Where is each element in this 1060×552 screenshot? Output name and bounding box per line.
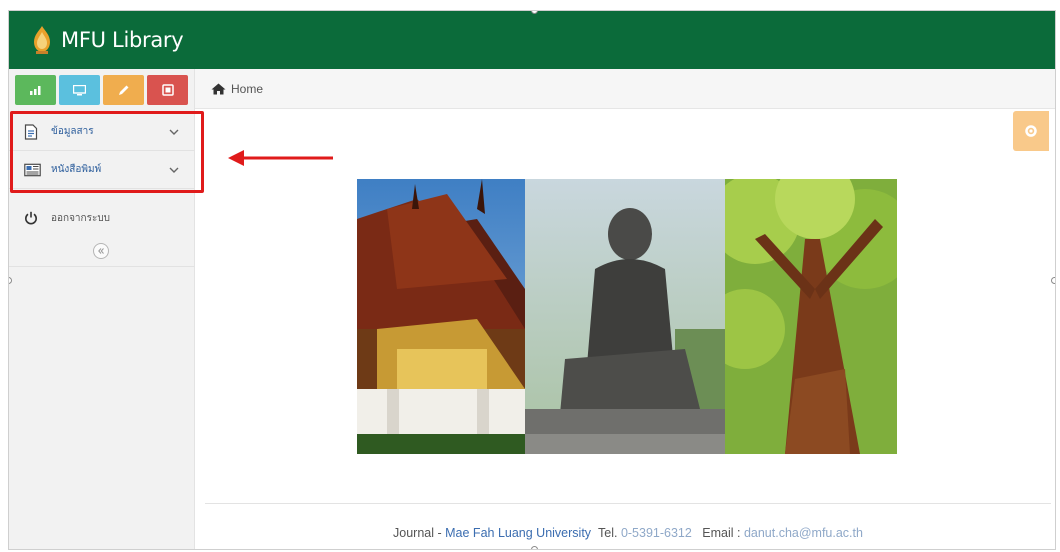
highlight-box [10,111,204,193]
footer-email-link[interactable]: danut.cha@mfu.ac.th [744,526,863,540]
breadcrumb-home[interactable]: Home [231,82,263,96]
shortcut-button-signal[interactable] [15,75,56,105]
shortcut-button-desktop[interactable] [59,75,100,105]
settings-button[interactable] [1013,111,1049,151]
power-icon [25,211,37,225]
footer-tel-label: Tel. [598,526,618,540]
app-title[interactable]: MFU Library [61,28,184,52]
top-navbar: MFU Library [9,11,1055,69]
gear-icon [1025,125,1037,137]
sidebar-collapse-button[interactable] [93,243,109,259]
footer-journal: Journal [393,526,435,540]
tree-photo [725,179,897,454]
pencil-icon [118,85,128,95]
footer-separator: - [434,526,446,540]
sidebar-item-label: ออกจากระบบ [51,212,111,224]
home-icon [211,83,226,95]
footer-divider [205,503,1051,504]
footer-email-label: Email : [702,526,741,540]
signal-icon [29,86,40,95]
footer-university-link[interactable]: Mae Fah Luang University [445,526,591,540]
breadcrumb: Home [195,69,1055,109]
shortcut-button-pencil[interactable] [103,75,144,105]
red-arrow-annotation [228,150,333,166]
double-chevron-left-icon [98,248,104,254]
footer: Journal - Mae Fah Luang University Tel. … [205,526,1051,540]
footer-tel-value: 0-5391-6312 [620,526,692,540]
temple-photo [357,179,525,454]
resize-handle-bottom [531,546,538,549]
sidebar-collapse-bar [9,237,195,267]
desktop-icon [73,84,86,95]
sidebar-item-logout[interactable]: ออกจากระบบ [9,199,195,237]
browser-frame: MFU Library ข้อมูลสาร หนังสือพิมพ์ ออกจา… [8,10,1056,550]
sidebar-shortcuts [15,75,188,105]
shortcut-button-cogs[interactable] [147,75,188,105]
statue-photo [525,179,725,454]
resize-handle-right [1051,277,1055,284]
cogs-icon [161,84,174,96]
mfu-logo-icon [34,26,50,54]
banner-image [357,179,897,454]
